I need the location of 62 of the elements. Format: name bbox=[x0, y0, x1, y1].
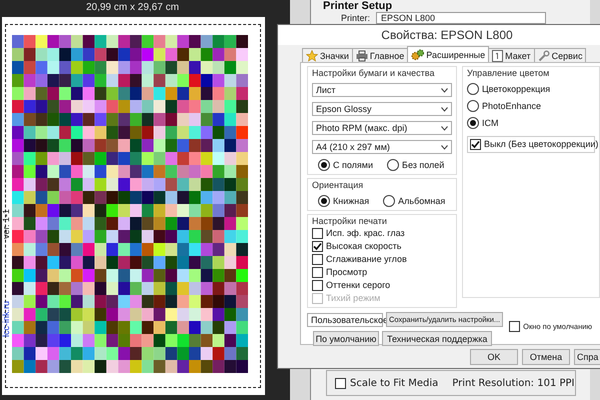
radio-label: Цветокоррекция bbox=[482, 84, 550, 94]
radio-button[interactable] bbox=[467, 83, 479, 95]
radio-button[interactable] bbox=[318, 159, 330, 171]
checkbox-label: Сглаживание углов bbox=[326, 254, 407, 265]
caret-icon bbox=[441, 106, 448, 112]
group-title: Ориентация bbox=[312, 180, 364, 190]
website-label: lcc-ink.ru bbox=[1, 300, 11, 337]
tab[interactable]: Главное bbox=[352, 48, 408, 62]
radio-button[interactable] bbox=[383, 195, 396, 207]
checkbox[interactable] bbox=[509, 321, 520, 332]
star-icon bbox=[306, 50, 318, 62]
radio-button[interactable] bbox=[467, 100, 479, 112]
caret-icon bbox=[441, 144, 448, 150]
document-size-label: 20,99 cm x 29,67 cm bbox=[85, 2, 180, 13]
dialog-button[interactable]: Спра bbox=[574, 349, 600, 365]
tab[interactable]: Сервис bbox=[534, 48, 586, 62]
tab[interactable]: Значки bbox=[302, 48, 353, 62]
checkbox[interactable] bbox=[312, 280, 323, 291]
dropdown[interactable]: Photo RPM (макс. dpi) bbox=[312, 121, 452, 135]
dialog-button[interactable]: Техническая поддержка bbox=[382, 331, 492, 346]
caret-icon bbox=[441, 88, 448, 92]
dialog-button[interactable]: OK bbox=[470, 349, 518, 365]
checkbox[interactable] bbox=[312, 241, 323, 252]
printer-dropdown[interactable]: EPSON L800 bbox=[376, 12, 546, 24]
window-title: Printer Setup bbox=[323, 0, 392, 12]
dialog-button[interactable]: По умолчанию bbox=[313, 331, 379, 346]
group-title: Настройки бумаги и качества bbox=[312, 68, 436, 78]
checkbox[interactable] bbox=[470, 139, 481, 150]
dialog-button[interactable]: Отмена bbox=[522, 349, 570, 365]
checkbox-label: Выкл (Без цветокоррекции) bbox=[484, 139, 598, 150]
checkbox-label: Высокая скорость bbox=[326, 241, 402, 252]
checkbox[interactable] bbox=[312, 254, 323, 265]
checkbox-label: Просмотр bbox=[326, 267, 368, 278]
group-title: Настройки печати bbox=[312, 216, 388, 226]
printer-label: Printer: bbox=[341, 13, 370, 23]
gears-icon bbox=[411, 48, 424, 60]
radio-button[interactable] bbox=[318, 195, 330, 207]
radio-label: Книжная bbox=[333, 196, 370, 206]
wrench-icon bbox=[538, 50, 550, 62]
tab[interactable]: Расширенные bbox=[407, 46, 490, 62]
radio-label: Альбомная bbox=[398, 196, 446, 206]
tab[interactable]: Макет bbox=[488, 48, 535, 62]
radio-button[interactable] bbox=[467, 117, 479, 129]
dropdown[interactable]: Лист bbox=[312, 83, 452, 97]
radio-label: PhotoEnhance bbox=[482, 101, 542, 111]
checkbox[interactable] bbox=[335, 378, 346, 388]
print-resolution-label: Print Resolution: 101 PPI bbox=[452, 378, 575, 388]
radio-label: ICM bbox=[482, 118, 498, 128]
radio-label: С полями bbox=[333, 160, 374, 170]
group-title: Управление цветом bbox=[467, 68, 550, 78]
checkbox-label: Оттенки серого bbox=[326, 280, 390, 291]
checkbox-label: Scale to Fit Media bbox=[350, 378, 438, 388]
radio-button[interactable] bbox=[387, 159, 400, 171]
checkbox[interactable] bbox=[312, 228, 323, 239]
dropdown[interactable]: Epson Glossy bbox=[312, 102, 452, 116]
window-title: Свойства: EPSON L800 bbox=[278, 25, 600, 45]
radio-label: Без полей bbox=[402, 160, 444, 170]
checkbox-label: Исп. эф. крас. глаз bbox=[326, 228, 405, 239]
checkbox[interactable] bbox=[312, 267, 323, 278]
dropdown[interactable]: A4 (210 x 297 мм) bbox=[312, 140, 452, 154]
checkbox-label: Тихий режим bbox=[326, 293, 380, 304]
caret-icon bbox=[441, 126, 448, 130]
